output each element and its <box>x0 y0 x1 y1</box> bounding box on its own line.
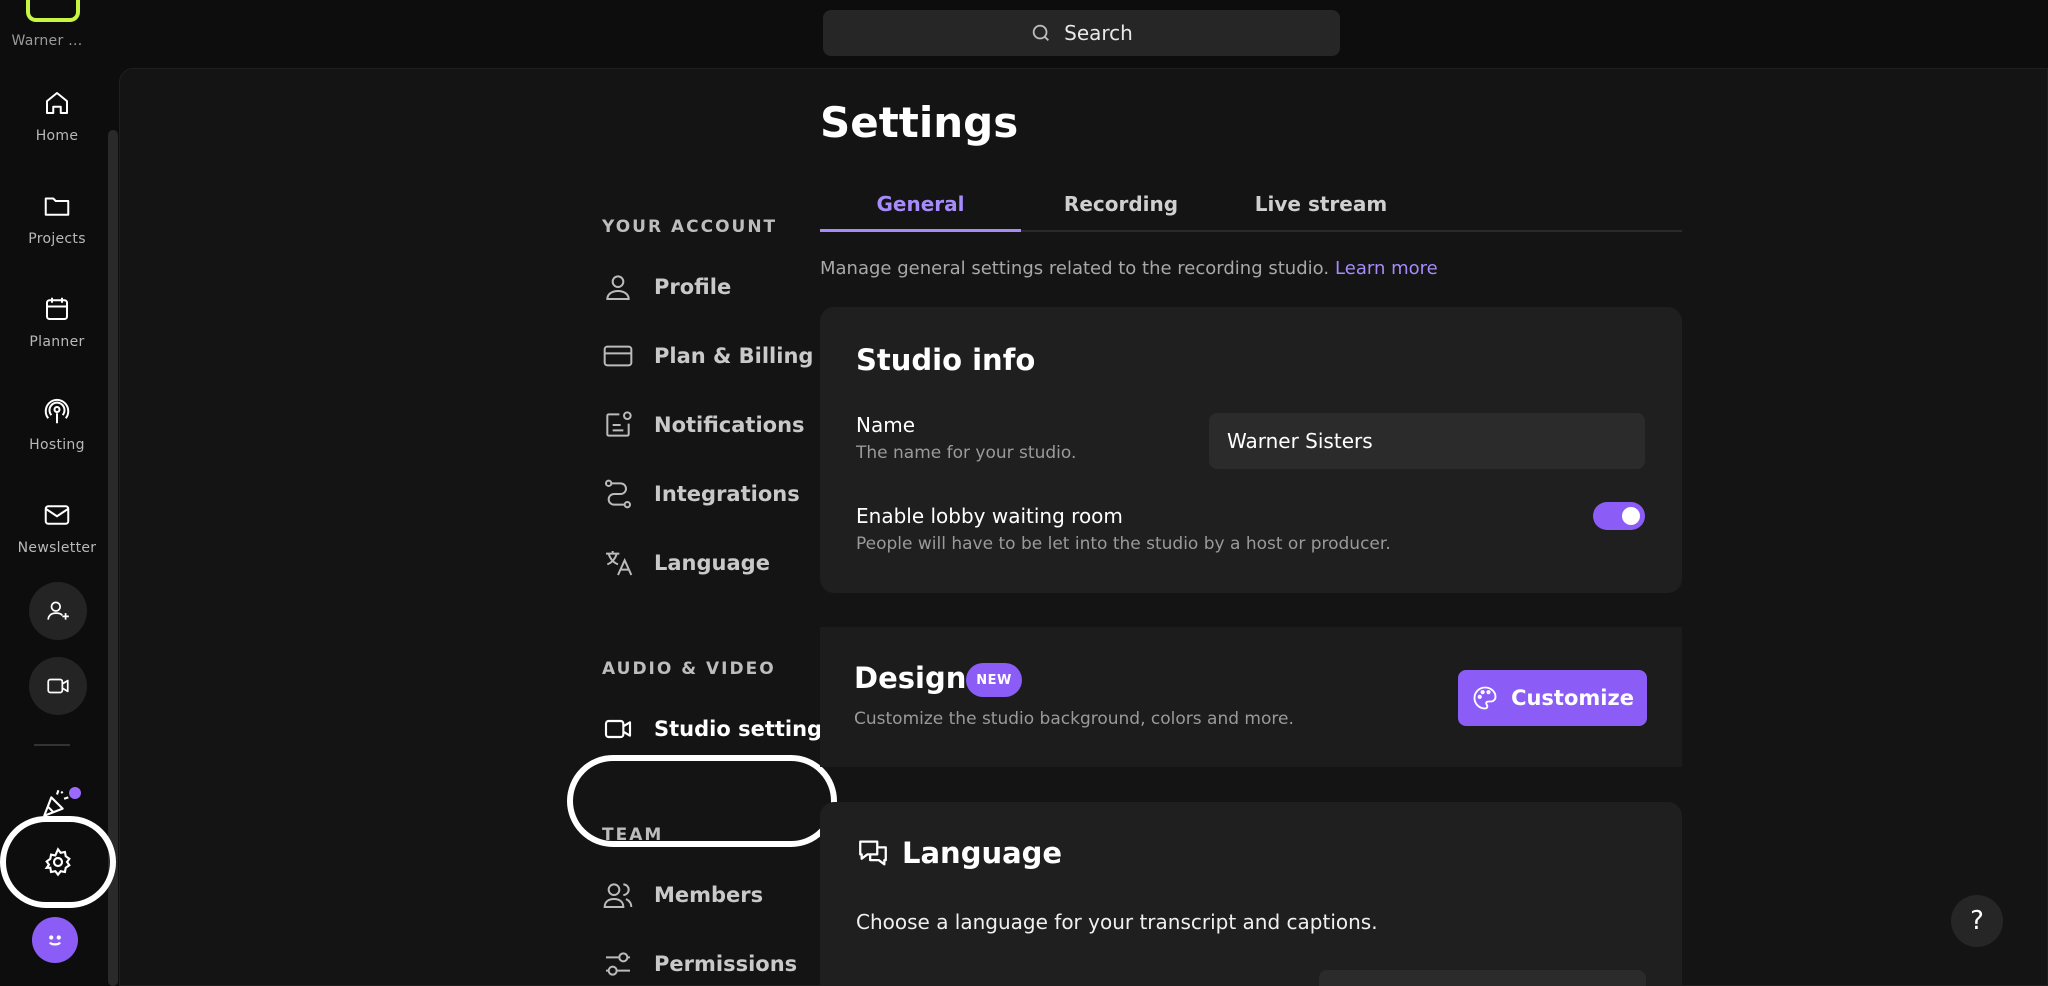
settings-rail-button[interactable] <box>0 816 116 908</box>
lobby-label: Enable lobby waiting room <box>856 504 1123 528</box>
notification-dot <box>69 787 81 799</box>
gear-icon <box>44 847 71 877</box>
settings-tabs: General Recording Live stream <box>820 188 1682 232</box>
customize-label: Customize <box>1511 686 1634 710</box>
rail-item-planner[interactable]: Planner <box>0 294 114 384</box>
lobby-help: People will have to be let into the stud… <box>856 534 1391 554</box>
settings-nav-label: Language <box>654 551 770 575</box>
lobby-toggle[interactable] <box>1593 502 1645 530</box>
page-title: Settings <box>820 98 1019 147</box>
language-title-row: Language <box>856 836 1062 870</box>
section-heading-your-account: YOUR ACCOUNT <box>602 217 778 237</box>
invite-user-button[interactable] <box>29 582 87 640</box>
toggle-knob <box>1622 507 1640 525</box>
smiley-icon <box>48 935 62 946</box>
workspace-name[interactable]: Warner ... <box>0 33 94 49</box>
credit-card-icon <box>603 345 633 367</box>
learn-more-link[interactable]: Learn more <box>1335 258 1438 279</box>
avatar[interactable] <box>32 917 78 963</box>
video-camera-icon <box>47 678 69 694</box>
studio-info-title: Studio info <box>856 343 1036 377</box>
tab-recording[interactable]: Recording <box>1021 188 1221 232</box>
home-icon <box>46 92 68 114</box>
global-search[interactable]: Search <box>823 10 1340 56</box>
new-badge: NEW <box>966 663 1022 697</box>
podcast-icon <box>44 399 70 424</box>
settings-nav-label: Studio settings <box>654 717 835 741</box>
settings-nav-integrations[interactable]: Integrations <box>602 474 800 514</box>
mail-icon <box>44 505 70 525</box>
settings-nav-members[interactable]: Members <box>602 875 763 915</box>
rail-item-newsletter[interactable]: Newsletter <box>0 500 114 590</box>
settings-nav-language[interactable]: Language <box>602 543 770 583</box>
workspace-logo[interactable] <box>26 0 80 22</box>
settings-nav-label: Plan & Billing <box>654 344 814 368</box>
rail-item-projects[interactable]: Projects <box>0 191 114 281</box>
settings-nav-notifications[interactable]: Notifications <box>602 405 805 445</box>
user-icon <box>606 275 630 300</box>
settings-nav-label: Integrations <box>654 482 800 506</box>
video-camera-icon <box>604 719 632 739</box>
design-help: Customize the studio background, colors … <box>854 709 1294 729</box>
studio-info-card: Studio info Name The name for your studi… <box>820 307 1682 593</box>
section-heading-team: TEAM <box>602 825 664 845</box>
settings-nav-permissions[interactable]: Permissions <box>602 944 797 984</box>
settings-nav-plan-billing[interactable]: Plan & Billing <box>602 336 813 376</box>
start-recording-button[interactable] <box>29 657 87 715</box>
folder-icon <box>44 197 70 216</box>
settings-nav-label: Members <box>654 883 764 907</box>
translate-icon <box>606 551 633 576</box>
left-rail: Warner ... Home Projects Planner Hosting… <box>0 0 118 986</box>
notification-icon <box>606 411 632 437</box>
studio-name-input[interactable] <box>1209 413 1645 469</box>
language-card: Language Choose a language for your tran… <box>820 802 1682 986</box>
name-help: The name for your studio. <box>856 443 1077 463</box>
calendar-icon <box>46 297 68 320</box>
palette-icon <box>1473 686 1497 710</box>
rail-item-label: Home <box>35 128 79 144</box>
users-icon <box>603 883 633 908</box>
language-description: Choose a language for your transcript an… <box>856 910 1378 934</box>
settings-nav-label: Permissions <box>654 952 798 976</box>
language-title: Language <box>902 836 1063 870</box>
section-heading-audio-video: AUDIO & VIDEO <box>602 659 776 679</box>
rail-divider <box>34 744 70 746</box>
description-text: Manage general settings related to the r… <box>820 258 1330 279</box>
design-title: Design <box>854 661 967 695</box>
settings-nav-label: Notifications <box>654 413 805 437</box>
search-label: Search <box>1064 21 1133 45</box>
search-icon <box>1032 24 1050 41</box>
rail-item-label: Planner <box>29 334 85 350</box>
integrations-icon <box>605 479 631 509</box>
tab-description: Manage general settings related to the r… <box>820 258 1438 279</box>
design-card: Design NEW Customize the studio backgrou… <box>820 627 1682 767</box>
rail-item-label: Projects <box>28 231 86 247</box>
name-label: Name <box>856 413 916 437</box>
rail-item-label: Hosting <box>29 437 85 453</box>
help-button[interactable]: ? <box>1951 895 2003 947</box>
chat-bubbles-icon <box>859 840 887 866</box>
settings-nav-label: Profile <box>654 275 732 299</box>
language-select[interactable] <box>1319 970 1646 986</box>
rail-item-home[interactable]: Home <box>0 88 114 178</box>
settings-nav-profile[interactable]: Profile <box>602 267 731 307</box>
add-user-icon <box>47 601 69 620</box>
customize-button[interactable]: Customize <box>1458 670 1647 726</box>
tab-live-stream[interactable]: Live stream <box>1221 188 1421 232</box>
settings-nav-studio-settings[interactable]: Studio settings <box>602 709 835 749</box>
tab-general[interactable]: General <box>820 188 1021 232</box>
rail-item-label: Newsletter <box>17 540 97 556</box>
sliders-icon <box>606 952 630 976</box>
rail-item-hosting[interactable]: Hosting <box>0 397 114 487</box>
